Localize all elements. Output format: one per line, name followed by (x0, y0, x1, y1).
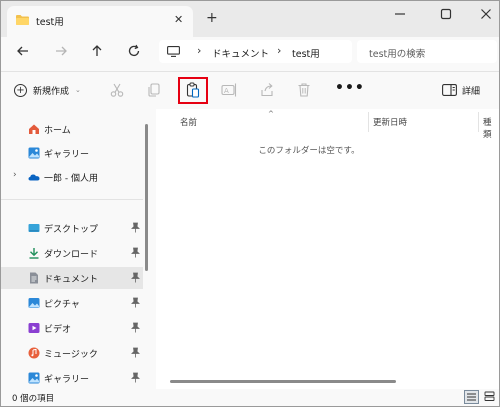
sidebar-item-music[interactable]: ミュージック (1, 342, 143, 364)
chevron-right-icon: › (277, 44, 282, 57)
column-header-name[interactable]: 名前 (180, 116, 197, 128)
music-icon (28, 347, 40, 359)
share-icon[interactable] (259, 82, 275, 98)
pin-icon[interactable] (131, 297, 140, 308)
tab-test[interactable]: test用 ✕ (7, 6, 193, 37)
plus-icon: + (14, 83, 27, 97)
new-tab-icon[interactable]: + (206, 11, 218, 25)
svg-text:A: A (224, 87, 229, 95)
search-placeholder: test用の検索 (369, 49, 426, 60)
minimize-icon[interactable] (393, 7, 407, 21)
sidebar-item-label: ドキュメント (44, 275, 99, 285)
list-view-icon (467, 393, 476, 401)
download-icon (29, 248, 39, 259)
pin-icon[interactable] (131, 372, 140, 383)
delete-icon[interactable] (296, 82, 312, 98)
column-divider[interactable] (478, 112, 479, 132)
item-count: 0 個の項目 (12, 394, 55, 404)
sidebar-item-label: ミュージック (44, 350, 98, 360)
sidebar-item-label: ピクチャ (44, 300, 80, 310)
sort-ascending-icon: ^ (268, 110, 274, 118)
divider (1, 199, 143, 200)
sidebar-item-gallery[interactable]: ギャラリー (1, 142, 143, 164)
onedrive-icon (28, 174, 40, 181)
sidebar-item-onedrive[interactable]: › 一郎 - 個人用 (1, 166, 143, 188)
empty-folder-message: このフォルダーは空です。 (258, 146, 360, 156)
pin-icon[interactable] (131, 247, 140, 258)
gallery-icon (28, 372, 40, 384)
folder-icon (16, 15, 29, 25)
column-divider[interactable] (368, 112, 369, 132)
chevron-right-icon[interactable]: › (13, 170, 17, 180)
up-icon[interactable] (89, 43, 105, 59)
file-list-area: ^ 名前 更新日時 種類 このフォルダーは空です。 (156, 109, 499, 389)
cut-icon[interactable] (109, 82, 125, 98)
sidebar-item-pictures[interactable]: ピクチャ (1, 292, 143, 314)
refresh-icon[interactable] (126, 43, 142, 59)
tiles-view-icon (484, 391, 495, 401)
sidebar-item-downloads[interactable]: ダウンロード (1, 242, 143, 264)
rename-icon[interactable]: A (221, 82, 237, 98)
sidebar-item-gallery-pinned[interactable]: ギャラリー (1, 367, 143, 389)
status-bar: 0 個の項目 (1, 389, 499, 406)
details-button[interactable]: 詳細 (442, 82, 480, 98)
details-label: 詳細 (462, 86, 481, 97)
chevron-right-icon: › (197, 44, 202, 57)
sidebar-item-label: ギャラリー (44, 375, 90, 385)
title-bar: test用 ✕ + (1, 1, 499, 37)
sidebar-item-label: 一郎 - 個人用 (44, 174, 98, 184)
sidebar-item-documents[interactable]: ドキュメント (1, 267, 143, 289)
sidebar-item-label: ビデオ (44, 325, 72, 335)
navigation-pane: ホーム ギャラリー › 一郎 - 個人用 デスクトップ ダウンロード ドキュメン… (1, 109, 153, 389)
breadcrumb-test[interactable]: test用 (292, 46, 320, 60)
sidebar-item-desktop[interactable]: デスクトップ (1, 217, 143, 239)
more-options-button[interactable]: ••• (335, 80, 365, 96)
navigation-bar: › ドキュメント › test用 test用の検索 (1, 37, 499, 67)
file-explorer-window: test用 ✕ + › ドキュメント › test用 test用の検索 + 新規… (0, 0, 500, 407)
tiles-view-button[interactable] (483, 390, 498, 404)
pin-icon[interactable] (131, 322, 140, 333)
sidebar-item-label: ホーム (44, 126, 71, 136)
new-button-label: 新規作成 (33, 86, 70, 97)
maximize-icon[interactable] (439, 7, 453, 21)
sidebar-item-label: デスクトップ (44, 225, 99, 235)
gallery-icon (28, 147, 40, 159)
column-header-date-modified[interactable]: 更新日時 (373, 116, 407, 128)
copy-icon[interactable] (146, 82, 162, 98)
paste-highlight-box (178, 77, 208, 104)
breadcrumb-documents[interactable]: ドキュメント (212, 46, 269, 60)
pin-icon[interactable] (131, 272, 140, 283)
horizontal-scrollbar[interactable] (170, 380, 396, 383)
pin-icon[interactable] (131, 347, 140, 358)
videos-icon (28, 323, 40, 333)
pin-icon[interactable] (131, 222, 140, 233)
close-window-icon[interactable] (479, 7, 493, 21)
home-icon (29, 124, 39, 134)
close-tab-icon[interactable]: ✕ (174, 13, 183, 26)
details-view-button[interactable] (464, 390, 479, 404)
documents-icon (30, 272, 38, 284)
sidebar-item-home[interactable]: ホーム (1, 118, 143, 140)
vertical-scrollbar[interactable] (145, 124, 148, 271)
chevron-down-icon: ⌄ (75, 86, 81, 94)
forward-icon[interactable] (53, 43, 69, 59)
column-header-type[interactable]: 種類 (483, 116, 499, 140)
computer-icon (167, 46, 180, 57)
search-input[interactable]: test用の検索 (357, 40, 497, 63)
pictures-icon (28, 298, 40, 308)
sidebar-item-label: ダウンロード (44, 250, 99, 260)
sidebar-item-label: ギャラリー (44, 150, 90, 160)
address-bar[interactable]: › ドキュメント › test用 (159, 40, 352, 63)
details-pane-icon (442, 84, 457, 96)
tab-title: test用 (36, 17, 64, 28)
back-icon[interactable] (15, 43, 31, 59)
sidebar-item-videos[interactable]: ビデオ (1, 317, 143, 339)
desktop-icon (28, 224, 40, 232)
new-button[interactable]: + 新規作成 ⌄ (14, 81, 81, 99)
command-toolbar: + 新規作成 ⌄ A ••• 詳細 (1, 72, 499, 108)
